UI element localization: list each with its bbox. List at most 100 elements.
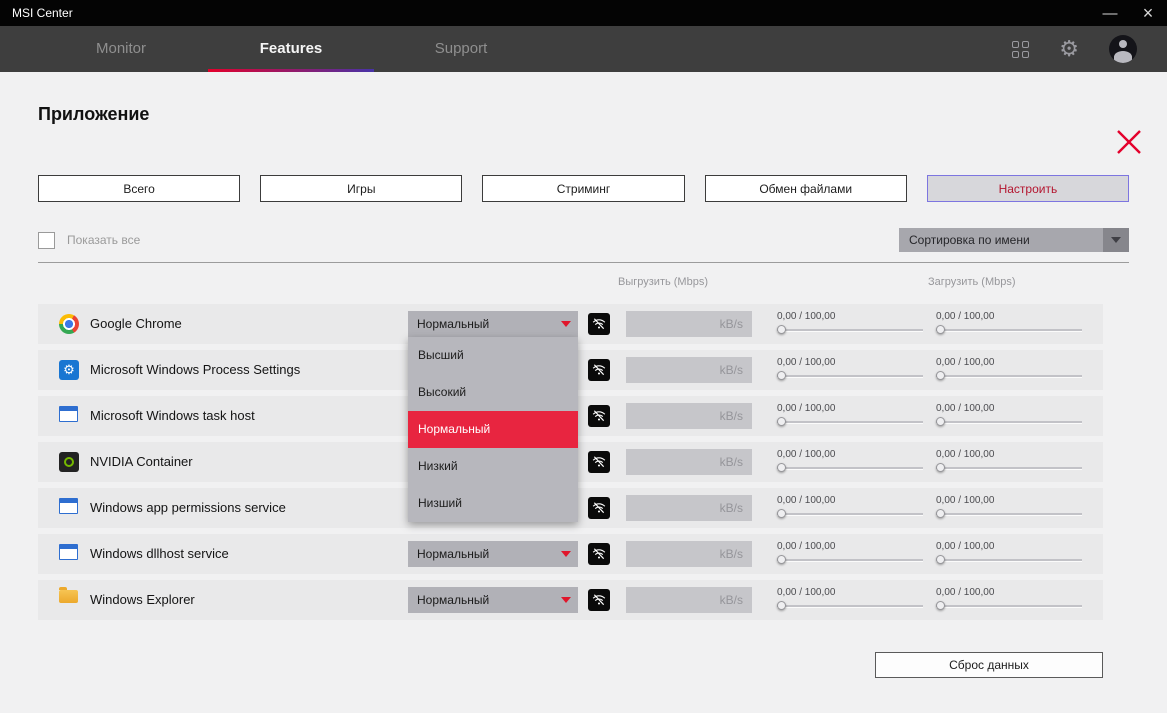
titlebar: MSI Center — × xyxy=(0,0,1167,26)
page-title: Приложение xyxy=(38,104,150,124)
filter-all-button[interactable]: Всего xyxy=(38,175,241,202)
filter-streaming-button[interactable]: Стриминг xyxy=(482,175,685,202)
chrome-icon xyxy=(59,314,79,334)
network-block-button[interactable] xyxy=(588,359,610,381)
column-headers: Выгрузить (Mbps) Загрузить (Mbps) xyxy=(38,263,1129,304)
close-button[interactable]: × xyxy=(1129,0,1167,26)
chevron-down-icon xyxy=(561,321,571,327)
priority-dropdown[interactable]: Нормальный xyxy=(408,587,578,613)
slider-track[interactable] xyxy=(936,371,1082,380)
upload-slider: 0,00 / 100,00 xyxy=(777,541,923,564)
network-block-button[interactable] xyxy=(588,589,610,611)
priority-value: Нормальный xyxy=(417,593,490,607)
rate-input[interactable]: kB/s xyxy=(626,495,752,521)
upload-slider: 0,00 / 100,00 xyxy=(777,403,923,426)
slider-track[interactable] xyxy=(777,555,923,564)
wifi-off-icon xyxy=(592,456,606,468)
slider-track[interactable] xyxy=(936,601,1082,610)
app-name: Microsoft Windows task host xyxy=(90,408,255,423)
slider-track[interactable] xyxy=(936,555,1082,564)
upload-slider: 0,00 / 100,00 xyxy=(777,311,923,334)
slider-handle[interactable] xyxy=(936,417,945,426)
network-block-button[interactable] xyxy=(588,497,610,519)
slider-handle[interactable] xyxy=(777,371,786,380)
slider-track[interactable] xyxy=(777,325,923,334)
download-column-header: Загрузить (Mbps) xyxy=(928,276,1016,288)
slider-handle[interactable] xyxy=(936,371,945,380)
slider-handle[interactable] xyxy=(777,555,786,564)
priority-dropdown[interactable]: Нормальный xyxy=(408,541,578,567)
panel-close-button[interactable] xyxy=(1115,128,1143,159)
slider-track[interactable] xyxy=(936,509,1082,518)
show-all-label: Показать все xyxy=(67,233,141,247)
upload-slider: 0,00 / 100,00 xyxy=(777,357,923,380)
slider-handle[interactable] xyxy=(777,417,786,426)
app-name: Windows dllhost service xyxy=(90,546,229,561)
slider-track[interactable] xyxy=(777,417,923,426)
download-slider: 0,00 / 100,00 xyxy=(936,541,1082,564)
slider-handle[interactable] xyxy=(936,509,945,518)
download-slider: 0,00 / 100,00 xyxy=(936,587,1082,610)
upload-value: 0,00 / 100,00 xyxy=(777,587,836,598)
app-name: Microsoft Windows Process Settings xyxy=(90,362,301,377)
wifi-off-icon xyxy=(592,548,606,560)
rate-input[interactable]: kB/s xyxy=(626,449,752,475)
network-block-button[interactable] xyxy=(588,313,610,335)
slider-handle[interactable] xyxy=(936,463,945,472)
slider-track[interactable] xyxy=(777,601,923,610)
network-block-button[interactable] xyxy=(588,405,610,427)
sort-dropdown[interactable]: Сортировка по имени xyxy=(899,228,1129,252)
slider-track[interactable] xyxy=(777,371,923,380)
dropdown-option[interactable]: Высокий xyxy=(408,374,578,411)
rate-input[interactable]: kB/s xyxy=(626,311,752,337)
chevron-down-icon[interactable] xyxy=(1103,228,1129,252)
rate-input[interactable]: kB/s xyxy=(626,587,752,613)
slider-track[interactable] xyxy=(777,463,923,472)
wifi-off-icon xyxy=(592,502,606,514)
sort-dropdown-value: Сортировка по имени xyxy=(909,233,1030,247)
tab-monitor[interactable]: Monitor xyxy=(36,26,206,72)
slider-track[interactable] xyxy=(936,463,1082,472)
app-name: Windows app permissions service xyxy=(90,500,286,515)
network-block-button[interactable] xyxy=(588,451,610,473)
priority-value: Нормальный xyxy=(417,317,490,331)
network-block-button[interactable] xyxy=(588,543,610,565)
apps-grid-icon[interactable] xyxy=(1012,40,1030,58)
slider-track[interactable] xyxy=(777,509,923,518)
slider-handle[interactable] xyxy=(777,325,786,334)
upload-value: 0,00 / 100,00 xyxy=(777,357,836,368)
upload-slider: 0,00 / 100,00 xyxy=(777,587,923,610)
window-icon xyxy=(59,544,78,560)
tab-features[interactable]: Features xyxy=(206,26,376,72)
tab-support[interactable]: Support xyxy=(376,26,546,72)
window-icon xyxy=(59,498,78,514)
slider-handle[interactable] xyxy=(777,463,786,472)
slider-handle[interactable] xyxy=(936,555,945,564)
slider-track[interactable] xyxy=(936,325,1082,334)
filter-customize-button[interactable]: Настроить xyxy=(926,175,1130,202)
reset-data-button[interactable]: Сброс данных xyxy=(875,652,1103,678)
slider-handle[interactable] xyxy=(936,601,945,610)
avatar[interactable] xyxy=(1109,35,1137,63)
dropdown-option-selected[interactable]: Нормальный xyxy=(408,411,578,448)
dropdown-option[interactable]: Высший xyxy=(408,337,578,374)
slider-handle[interactable] xyxy=(936,325,945,334)
gear-icon[interactable]: ⚙ xyxy=(1059,38,1079,60)
slider-track[interactable] xyxy=(936,417,1082,426)
rate-input[interactable]: kB/s xyxy=(626,403,752,429)
priority-dropdown[interactable]: Нормальный xyxy=(408,311,578,337)
main-nav: Monitor Features Support ⚙ xyxy=(0,26,1167,72)
slider-handle[interactable] xyxy=(777,601,786,610)
dropdown-option[interactable]: Низкий xyxy=(408,448,578,485)
filter-games-button[interactable]: Игры xyxy=(260,175,463,202)
dropdown-option[interactable]: Низший xyxy=(408,485,578,522)
rate-input[interactable]: kB/s xyxy=(626,357,752,383)
show-all-checkbox[interactable] xyxy=(38,231,55,249)
upload-column-header: Выгрузить (Mbps) xyxy=(618,276,708,288)
folder-icon xyxy=(59,587,78,603)
rate-input[interactable]: kB/s xyxy=(626,541,752,567)
minimize-button[interactable]: — xyxy=(1091,0,1129,26)
slider-handle[interactable] xyxy=(777,509,786,518)
filter-filesharing-button[interactable]: Обмен файлами xyxy=(704,175,907,202)
filter-bar: Всего Игры Стриминг Обмен файлами Настро… xyxy=(38,175,1130,202)
